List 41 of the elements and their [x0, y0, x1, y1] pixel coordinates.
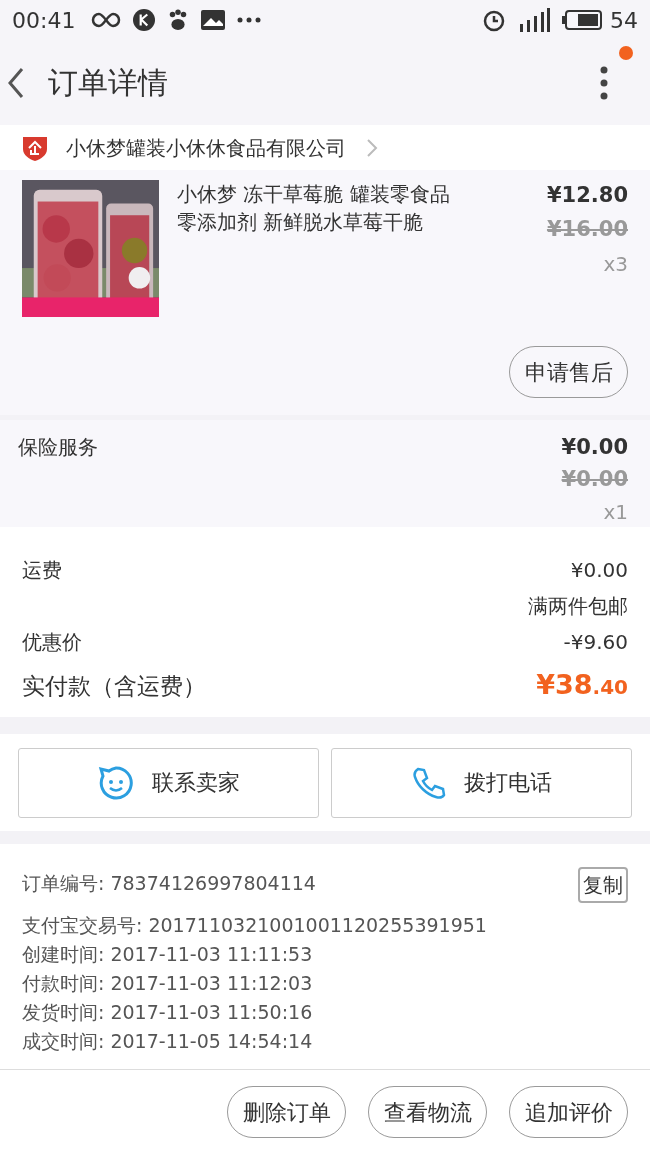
total-label: 实付款（含运费）	[22, 672, 206, 701]
copy-button[interactable]: 复制	[578, 867, 628, 903]
insurance-title: 保险服务	[18, 434, 98, 461]
alarm-icon	[482, 8, 506, 32]
battery-level: 54	[610, 6, 638, 35]
fee-label: 优惠价	[22, 629, 82, 656]
contact-button[interactable]: 联系卖家	[18, 747, 319, 818]
order-info-line: 成交时间: 2017-11-05 14:54:14	[22, 1029, 313, 1054]
fee-note: 满两件包邮	[528, 593, 628, 620]
more-icon	[237, 17, 262, 23]
fee-value: ¥0.00	[570, 557, 628, 584]
insurance-price: ¥0.00	[561, 434, 628, 461]
order-info-line: 发货时间: 2017-11-03 11:50:16	[22, 1000, 313, 1025]
image-icon	[201, 10, 226, 30]
product-price: ¥12.80	[546, 182, 628, 209]
fee-value: -¥9.60	[563, 629, 628, 656]
signal-icon	[518, 8, 550, 32]
back-icon	[8, 66, 24, 99]
order-info-line: 创建时间: 2017-11-03 11:11:53	[22, 942, 313, 967]
product-title[interactable]: 小休梦 冻干草莓脆 罐装零食品 零添加剂 新鲜脱水草莓干脆	[177, 180, 507, 317]
order-info-line: 支付宝交易号: 2017110321001001120255391951	[22, 913, 487, 938]
quantity: x3	[603, 251, 628, 278]
infinity-icon	[91, 12, 122, 28]
status-time: 00:41	[12, 6, 76, 35]
phone-icon	[411, 765, 446, 800]
insurance-quantity: x1	[603, 499, 628, 526]
menu-button[interactable]	[598, 64, 610, 101]
order-info-line: 订单编号: 78374126997804114	[22, 871, 316, 896]
k-circle-icon	[133, 9, 156, 31]
insurance-original-price: ¥0.00	[561, 465, 628, 493]
chevron-right-icon	[366, 137, 378, 158]
order-info-line: 付款时间: 2017-11-03 11:12:03	[22, 971, 313, 996]
total-amount: ¥38.40	[536, 668, 628, 702]
battery-icon	[562, 10, 602, 30]
contact-button[interactable]: 拨打电话	[331, 747, 632, 818]
page-title: 订单详情	[48, 64, 168, 102]
fee-label: 运费	[22, 557, 62, 584]
original-price: ¥16.00	[546, 215, 628, 243]
chat-face-icon	[97, 764, 134, 801]
shop-badge-icon	[22, 134, 48, 161]
more-vertical-icon	[600, 65, 608, 100]
